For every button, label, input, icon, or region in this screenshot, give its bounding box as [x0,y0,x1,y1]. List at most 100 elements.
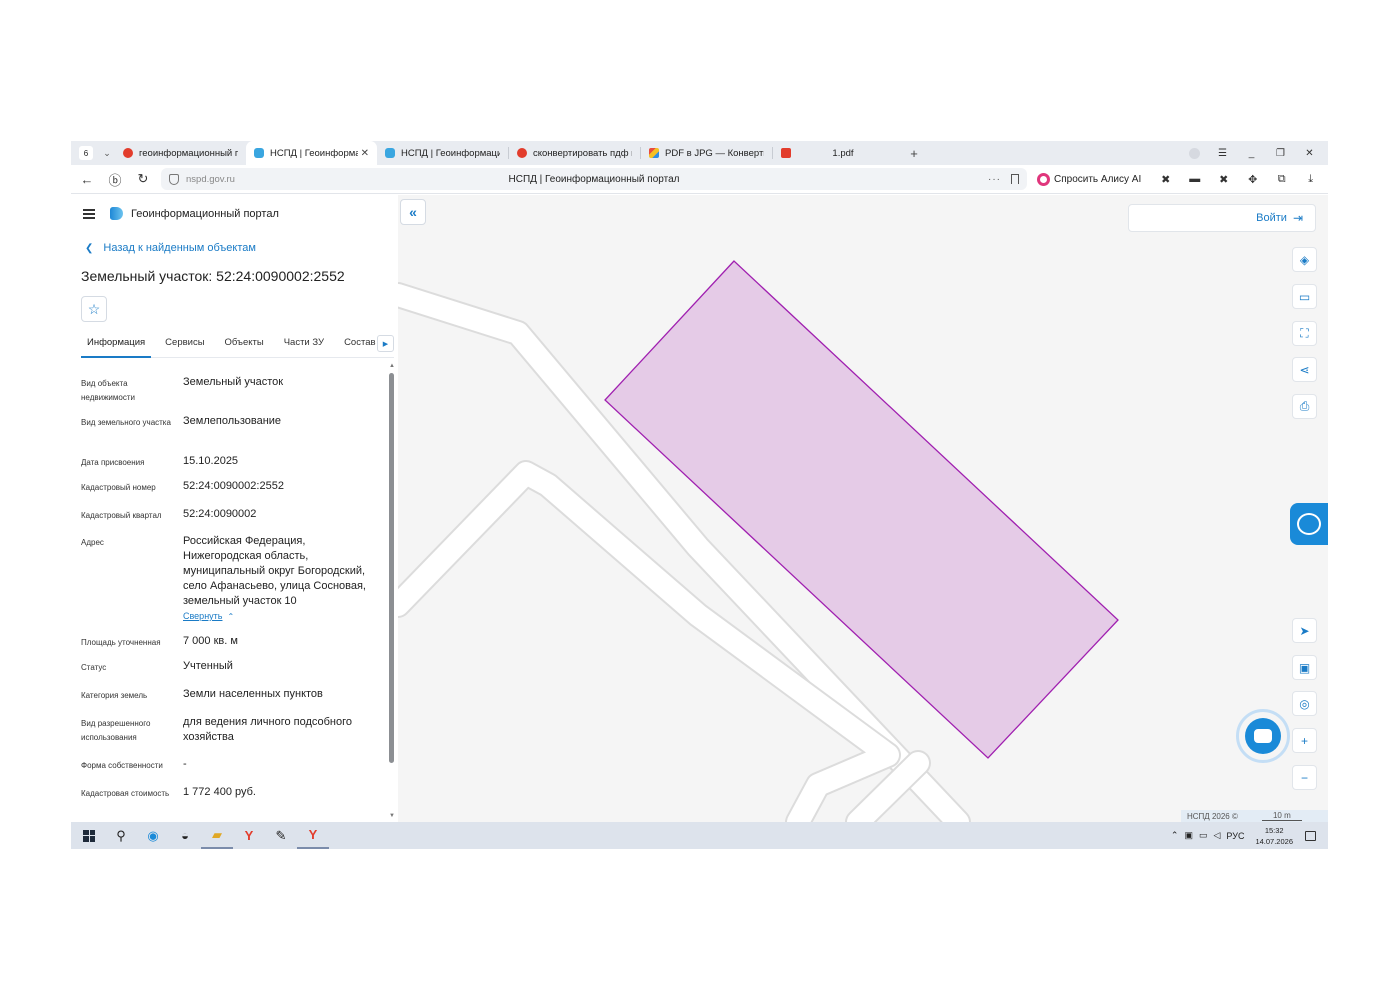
map-canvas[interactable] [398,195,1328,822]
browser-tab[interactable]: геоинформационный пор [115,141,246,165]
print-button[interactable]: ⎙ [1292,394,1317,419]
map-view[interactable]: « Войти ⇥ ◈ ▭ ⛶ ⋖ ⎙ ➤ ▣ ◎ + − НСПД 2026 … [398,195,1328,822]
file-explorer-icon[interactable]: ▰ [201,822,233,849]
new-tab-icon[interactable]: + [905,144,923,162]
menu-icon[interactable]: ☰ [1208,148,1237,159]
property-key: Статус [81,663,107,672]
device-icon[interactable]: ▣ [1184,830,1193,841]
zoom-in-button[interactable]: + [1292,728,1317,753]
tab-parts[interactable]: Части ЗУ [274,337,334,358]
collections-icon[interactable]: ⧉ [1267,173,1296,186]
yandex-browser-icon[interactable]: Y [233,822,265,849]
windows-logo-icon [83,829,95,842]
tab-information[interactable]: Информация [81,337,152,358]
volume-icon[interactable]: ◁ [1214,830,1221,841]
login-arrow-icon: ⇥ [1292,211,1303,225]
back-to-results-link[interactable]: ❮ Назад к найденным объектам [85,242,256,254]
property-value: Земельный участок [183,376,284,388]
browser-tab[interactable]: НСПД | Геоинформацион [377,141,508,165]
chat-button[interactable] [1236,709,1290,763]
extension-icon[interactable]: ▬ [1180,173,1209,186]
login-label: Войти [1256,212,1287,224]
minimap-button[interactable]: ▣ [1292,655,1317,680]
reload-icon[interactable]: ↻ [129,171,157,187]
assistant-tab[interactable] [1290,503,1328,545]
yandex-browser-active-icon[interactable]: Y [297,822,329,849]
collapse-label: Свернуть [183,611,223,621]
tabs-dropdown-icon[interactable]: ⌄ [99,148,115,159]
browser-tab[interactable]: 1.pdf [773,141,897,165]
property-value: для ведения личного подсобного хозяйства [183,716,353,743]
ruler-button[interactable]: ▭ [1292,284,1317,309]
bookmark-icon[interactable] [1011,174,1019,184]
profile-icon[interactable] [1189,147,1200,159]
property-value: 52:24:0090002 [183,508,257,520]
language-indicator[interactable]: РУС [1226,831,1244,841]
close-tab-icon[interactable]: ✕ [361,148,369,159]
property-value: Российская Федерация, Нижегородская обла… [183,534,383,624]
layers-button[interactable]: ◈ [1292,247,1317,272]
tab-services[interactable]: Сервисы [155,337,214,358]
browser-tab-bar: 6 ⌄ геоинформационный пор НСПД | Геоинфо… [71,141,1328,165]
ask-alice-button[interactable]: Спросить Алису AI [1037,172,1141,186]
tab-objects[interactable]: Объекты [215,337,274,358]
search-icon[interactable]: ⚲ [105,822,137,849]
scroll-up-icon[interactable]: ▲ [388,363,396,369]
zoom-out-button[interactable]: − [1292,765,1317,790]
login-button[interactable]: Войти ⇥ [1128,204,1316,232]
share-button[interactable]: ⋖ [1292,357,1317,382]
tab-count-badge[interactable]: 6 [79,146,93,160]
extension-icon[interactable]: ✖ [1151,173,1180,186]
extension-icon[interactable]: ✖ [1209,173,1238,186]
browser-tab[interactable]: сконвертировать пдф в jp [509,141,640,165]
network-icon[interactable]: ▭ [1199,830,1208,841]
ruler-icon: ▭ [1298,289,1311,304]
property-value: - [183,758,187,770]
url-field[interactable]: nspd.gov.ru НСПД | Геоинформационный пор… [161,168,1027,190]
property-key: Дата присвоения [81,458,145,467]
chevron-left-icon: ❮ [85,242,94,254]
more-dots-icon[interactable]: ··· [988,174,1001,185]
star-icon: ☆ [87,300,101,317]
close-window-icon[interactable]: ✕ [1295,148,1324,159]
object-info-panel: Геоинформационный портал ❮ Назад к найде… [71,195,398,822]
property-key: Площадь уточненная [81,638,161,647]
browser-tab[interactable]: PDF в JPG — Конвертиру [641,141,772,165]
browser-tab-title: сконвертировать пдф в jp [533,147,632,159]
property-value: 1 772 400 руб. [183,786,256,798]
property-value: Землепользование [183,415,282,427]
notifications-icon[interactable] [1305,830,1316,841]
area-select-icon: ⛶ [1300,326,1309,340]
browser-tab-title: 1.pdf [832,147,854,159]
hamburger-menu-icon[interactable] [83,208,95,219]
yandex-id-icon[interactable]: ⓑ [101,170,129,189]
yandex-icon [123,148,133,158]
start-button[interactable] [73,822,105,849]
download-icon[interactable]: ⤓ [1296,173,1325,186]
chevron-up-icon[interactable]: ⌃ [1171,830,1179,841]
area-select-button[interactable]: ⛶ [1292,321,1317,346]
edge-icon[interactable]: ◉ [137,822,169,849]
scrollbar-thumb[interactable] [389,373,394,763]
geolocation-button[interactable]: ◎ [1292,691,1317,716]
minimize-icon[interactable]: _ [1237,148,1266,159]
photos-icon[interactable]: ◒ [169,822,201,849]
tabs-scroll-right-icon[interactable]: ▶ [377,335,394,352]
puzzle-icon[interactable]: ✥ [1238,173,1267,186]
property-value: Учтенный [183,660,233,672]
collapse-panel-button[interactable]: « [400,199,426,225]
windows-taskbar: ⚲ ◉ ◒ ▰ Y ✎ Y ⌃ ▣ ▭ ◁ РУС 15:32 14.07.20… [71,822,1328,849]
map-attribution: НСПД 2026 © 10 m [1181,810,1328,822]
browser-tab-active[interactable]: НСПД | Геоинформаци ✕ [246,141,377,165]
back-arrow-icon[interactable]: ← [73,172,101,187]
panel-scrollbar[interactable]: ▲ ▼ [388,363,396,819]
favorite-star-button[interactable]: ☆ [81,296,107,322]
locate-button[interactable]: ➤ [1292,618,1317,643]
scroll-down-icon[interactable]: ▼ [388,813,396,819]
collapse-address-link[interactable]: Свернуть ⌃ [183,609,383,624]
property-key: Вид объекта недвижимости [81,379,135,402]
clock[interactable]: 15:32 14.07.2026 [1255,825,1293,847]
screen: 6 ⌄ геоинформационный пор НСПД | Геоинфо… [71,141,1328,849]
paint-icon[interactable]: ✎ [265,822,297,849]
restore-icon[interactable]: ❐ [1266,148,1295,159]
